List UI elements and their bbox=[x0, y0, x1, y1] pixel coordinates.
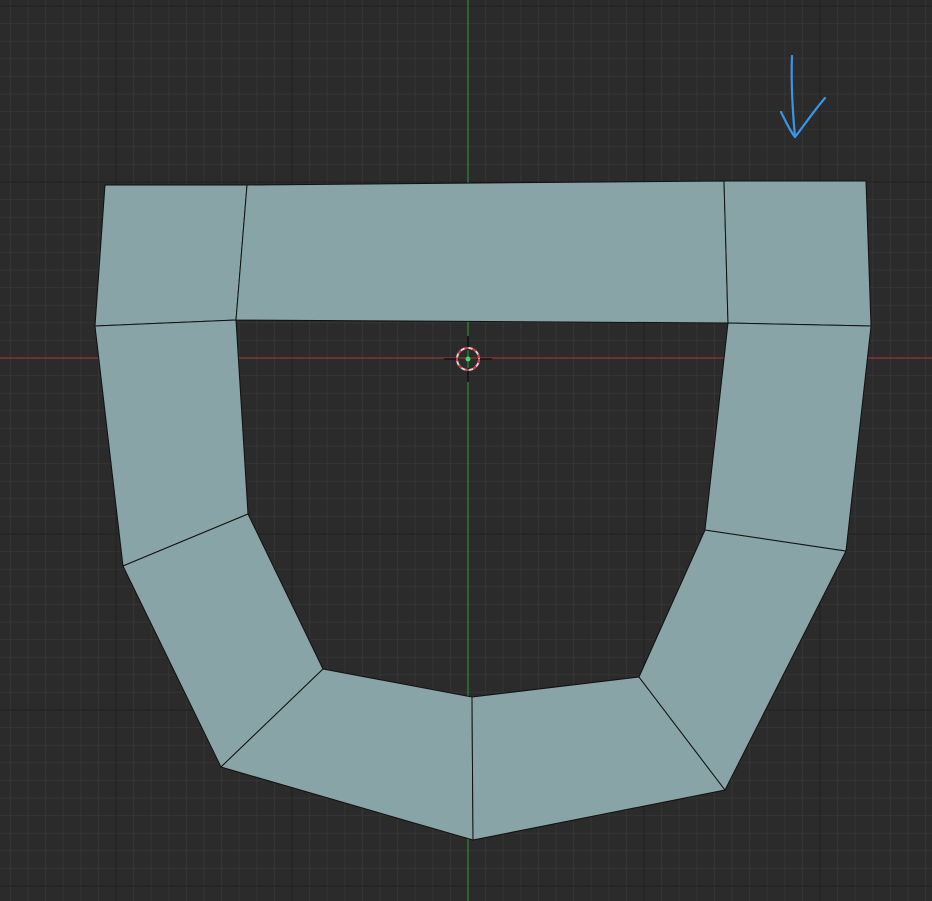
mesh-face-right-upper[interactable] bbox=[704, 322, 872, 552]
object-origin-icon bbox=[465, 356, 471, 362]
viewport-canvas[interactable] bbox=[0, 0, 932, 901]
3d-viewport[interactable] bbox=[0, 0, 932, 901]
mesh-face-top-left[interactable] bbox=[94, 184, 248, 327]
mesh-face-top-right[interactable] bbox=[723, 180, 872, 327]
mesh-face-top-middle[interactable] bbox=[235, 180, 729, 324]
